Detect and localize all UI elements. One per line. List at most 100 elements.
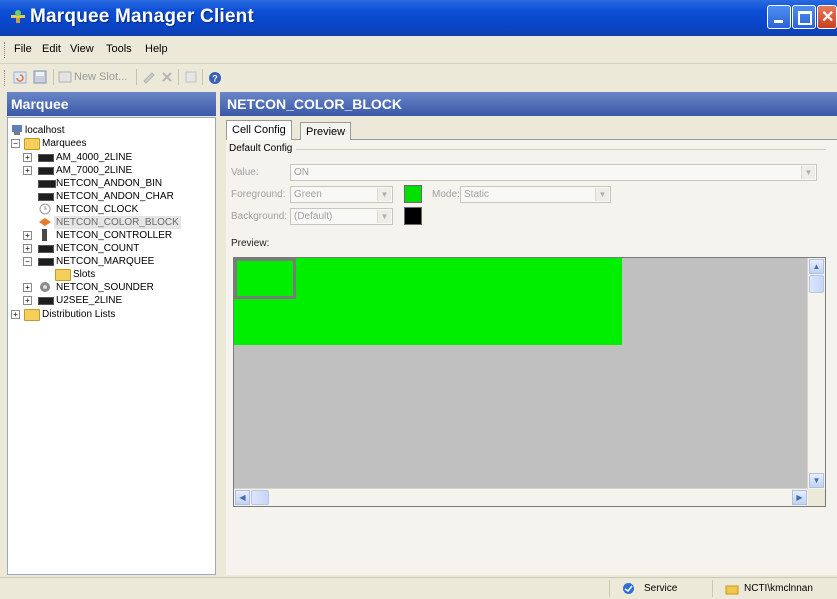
- tree-item-label: NETCON_CONTROLLER: [56, 230, 173, 241]
- tab-label: Cell Config: [232, 124, 286, 136]
- chevron-down-icon[interactable]: ▼: [595, 188, 609, 201]
- marquee-icon: [38, 167, 54, 175]
- toolbar: New Slot... ?: [0, 64, 837, 90]
- maximize-button[interactable]: [792, 5, 816, 29]
- service-status[interactable]: Service: [609, 580, 706, 597]
- expand-toggle[interactable]: +: [23, 153, 32, 162]
- expand-toggle[interactable]: +: [23, 283, 32, 292]
- cell-selection-box[interactable]: [234, 258, 296, 299]
- title-bar: Marquee Manager Client: [0, 0, 837, 36]
- detail-pane: Default Config Value: ON ▼ Foreground: G…: [220, 117, 837, 575]
- value-text: ON: [294, 167, 309, 178]
- expand-toggle[interactable]: +: [11, 310, 20, 319]
- new-slot-icon: [58, 71, 72, 83]
- mode-dropdown[interactable]: Static ▼: [460, 186, 611, 203]
- display-icon: [38, 193, 54, 201]
- scroll-right-icon[interactable]: ▶: [792, 490, 807, 505]
- foreground-label: Foreground:: [231, 189, 286, 200]
- vertical-scrollbar[interactable]: ▲ ▼: [807, 258, 825, 489]
- refresh-icon[interactable]: [12, 68, 28, 86]
- sounder-icon: [40, 282, 50, 292]
- marquee-icon: [38, 258, 54, 266]
- tree-item-label: NETCON_MARQUEE: [56, 256, 155, 267]
- chevron-down-icon[interactable]: ▼: [377, 188, 391, 201]
- scroll-left-icon[interactable]: ◀: [235, 490, 250, 505]
- foreground-dropdown[interactable]: Green ▼: [290, 186, 393, 203]
- window-title: Marquee Manager Client: [30, 6, 255, 27]
- service-label: Service: [644, 583, 678, 594]
- menu-file[interactable]: File: [14, 43, 32, 55]
- status-bar: Service NCTI\kmclnnan: [0, 577, 837, 599]
- chevron-down-icon[interactable]: ▼: [377, 210, 391, 223]
- grip-handle[interactable]: [4, 42, 8, 58]
- expand-toggle[interactable]: +: [23, 296, 32, 305]
- scroll-thumb[interactable]: [809, 275, 824, 293]
- menu-view[interactable]: View: [70, 43, 94, 55]
- menu-bar: File Edit View Tools Help: [0, 36, 837, 64]
- tree-item-label: NETCON_COLOR_BLOCK: [54, 216, 181, 229]
- menu-edit[interactable]: Edit: [42, 43, 61, 55]
- scroll-up-icon[interactable]: ▲: [809, 259, 824, 274]
- delete-icon[interactable]: [160, 68, 174, 86]
- mode-text: Static: [464, 189, 490, 200]
- user-status: NCTI\kmclnnan: [712, 580, 837, 597]
- new-slot-button[interactable]: New Slot...: [74, 68, 127, 86]
- grip-handle[interactable]: [4, 70, 8, 86]
- menu-tools[interactable]: Tools: [106, 43, 132, 55]
- tree-item-label: Slots: [73, 269, 96, 280]
- folder-icon: [24, 138, 40, 150]
- default-config-label: Default Config: [229, 143, 293, 154]
- status-message: [0, 580, 600, 597]
- tree-item-color-block[interactable]: NETCON_COLOR_BLOCK: [11, 216, 195, 229]
- background-color-swatch[interactable]: [404, 207, 422, 225]
- user-key-icon: [725, 585, 739, 595]
- marquee-icon: [38, 245, 54, 253]
- marquee-icon: [38, 297, 54, 305]
- minimize-button[interactable]: [767, 5, 791, 29]
- scroll-thumb[interactable]: [251, 490, 269, 505]
- foreground-color-swatch[interactable]: [404, 185, 422, 203]
- tree-item-label: NETCON_ANDON_CHAR: [56, 191, 174, 202]
- edit-icon[interactable]: [142, 68, 156, 86]
- tree-item-label: NETCON_COUNT: [56, 243, 140, 254]
- tab-label: Preview: [306, 126, 346, 138]
- background-dropdown[interactable]: (Default) ▼: [290, 208, 393, 225]
- service-icon: [623, 583, 634, 594]
- tree-item-label: NETCON_ANDON_BIN: [56, 178, 163, 189]
- tree-item-label: NETCON_CLOCK: [56, 204, 139, 215]
- tree-item-label: U2SEE_2LINE: [56, 295, 123, 306]
- value-dropdown[interactable]: ON ▼: [290, 164, 817, 181]
- detail-pane-header: NETCON_COLOR_BLOCK: [220, 92, 837, 116]
- save-icon[interactable]: [32, 68, 48, 86]
- close-button[interactable]: [817, 5, 837, 29]
- collapse-toggle[interactable]: −: [23, 257, 32, 266]
- expand-toggle[interactable]: +: [23, 231, 32, 240]
- marquee-icon: [38, 154, 54, 162]
- horizontal-scrollbar[interactable]: ◀ ▶: [234, 488, 808, 506]
- expand-toggle[interactable]: +: [23, 244, 32, 253]
- user-label: NCTI\kmclnnan: [744, 583, 813, 594]
- clock-icon: [39, 203, 51, 215]
- collapse-toggle[interactable]: −: [11, 139, 20, 148]
- menu-help[interactable]: Help: [145, 43, 168, 55]
- foreground-text: Green: [294, 189, 322, 200]
- find-icon[interactable]: [184, 68, 198, 86]
- help-icon[interactable]: ?: [207, 68, 223, 86]
- svg-text:?: ?: [212, 74, 218, 84]
- scroll-corner: [808, 489, 825, 506]
- background-label: Background:: [231, 211, 288, 222]
- folder-icon: [55, 269, 71, 281]
- marquee-pane-header: Marquee: [7, 92, 216, 116]
- background-text: (Default): [294, 211, 333, 222]
- display-icon: [38, 180, 56, 188]
- tab-cell-config-active[interactable]: Cell Config: [226, 120, 292, 140]
- scroll-down-icon[interactable]: ▼: [809, 473, 824, 488]
- preview-canvas[interactable]: ▲ ▼ ◀ ▶: [233, 257, 826, 507]
- tree-item-label: Distribution Lists: [42, 309, 116, 320]
- chevron-down-icon[interactable]: ▼: [801, 166, 815, 179]
- mode-label: Mode:: [432, 189, 460, 200]
- tab-preview[interactable]: Preview: [300, 122, 352, 140]
- tree-item-label: localhost: [25, 125, 65, 136]
- expand-toggle[interactable]: +: [23, 166, 32, 175]
- tree-item-label: NETCON_SOUNDER: [56, 282, 154, 293]
